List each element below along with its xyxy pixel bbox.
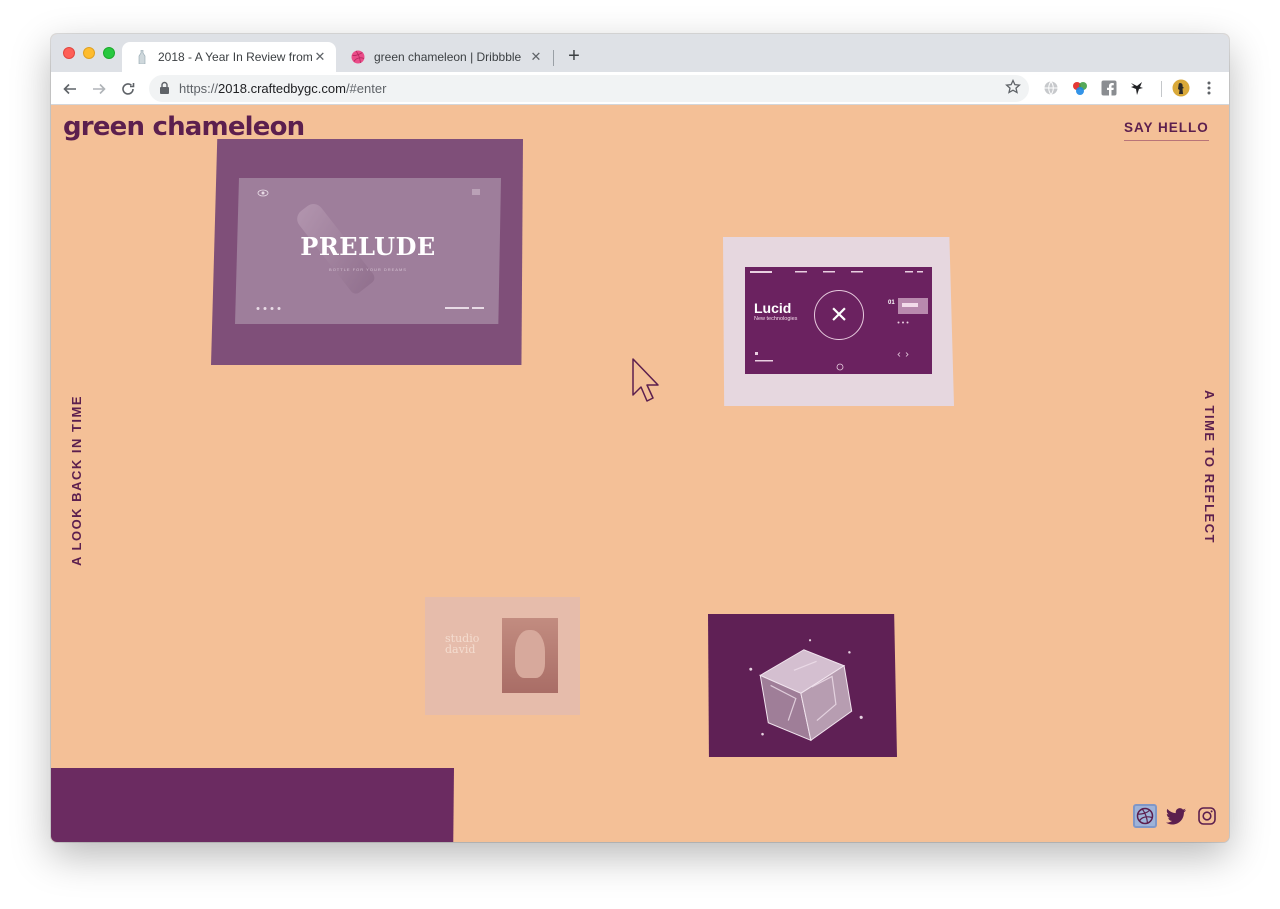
tab-year-in-review[interactable]: 2018 - A Year In Review from Gr ✕ [122, 42, 336, 72]
close-window-button[interactable] [63, 47, 75, 59]
lucid-dots-icon [897, 321, 909, 324]
arrow-left-icon [63, 83, 76, 95]
right-vertical-label: A TIME TO REFLECT [1202, 390, 1217, 545]
lucid-screenshot: × Lucid New technologies 01 [745, 267, 932, 374]
reload-icon [122, 83, 135, 95]
reload-button[interactable] [117, 78, 139, 100]
url-text: https://2018.craftedbygc.com/#enter [179, 81, 387, 96]
bottom-panel [51, 768, 454, 842]
tab-bar: 2018 - A Year In Review from Gr ✕ green … [51, 34, 1229, 72]
say-hello-link[interactable]: SAY HELLO [1124, 120, 1209, 141]
lucid-thumbnail-icon [898, 298, 928, 314]
minimize-window-button[interactable] [83, 47, 95, 59]
hummingbird-extension-icon[interactable] [1127, 78, 1147, 98]
close-tab-icon[interactable]: ✕ [528, 49, 544, 65]
project-card-cube[interactable] [708, 614, 897, 757]
cube-image [749, 639, 863, 742]
tab-title: green chameleon | Dribbble [374, 50, 522, 64]
prelude-subtitle: BOTTLE FOR YOUR DREAMS [329, 267, 407, 272]
project-card-studio-david[interactable]: studio david [425, 597, 580, 715]
lucid-number: 01 [888, 300, 895, 306]
bookmark-star-icon[interactable] [1005, 78, 1021, 100]
site-logo[interactable]: green chameleon [63, 112, 305, 142]
twitter-icon [1166, 807, 1186, 824]
cursor-icon [632, 358, 659, 402]
lucid-scroll-icon [836, 363, 844, 371]
address-bar[interactable]: https://2018.craftedbygc.com/#enter [149, 75, 1029, 102]
lucid-orb: × [814, 290, 864, 340]
new-tab-button[interactable]: + [564, 46, 584, 66]
page-content: PRELUDE BOTTLE FOR YOUR DREAMS × Lucid N… [51, 106, 1229, 842]
lock-icon [159, 81, 170, 100]
twitter-link[interactable] [1164, 804, 1188, 828]
browser-toolbar: https://2018.craftedbygc.com/#enter [51, 72, 1229, 105]
lucid-title: Lucid [754, 300, 792, 316]
close-tab-icon[interactable]: ✕ [312, 49, 328, 65]
menu-icon [472, 189, 480, 195]
prelude-title: PRELUDE [300, 232, 436, 261]
prelude-screenshot: PRELUDE BOTTLE FOR YOUR DREAMS [235, 178, 501, 324]
extension-divider [1161, 81, 1162, 97]
forward-button[interactable] [88, 78, 110, 100]
lucid-nav-icon [795, 271, 923, 273]
lucid-pager-icon [755, 352, 773, 362]
globe-extension-icon[interactable] [1041, 78, 1061, 98]
lucid-subtitle: New technologies [754, 316, 798, 322]
tab-dribbble[interactable]: green chameleon | Dribbble ✕ [338, 42, 552, 72]
left-vertical-label: A LOOK BACK IN TIME [69, 394, 84, 566]
dribbble-icon [1136, 807, 1154, 825]
lucid-arrows-icon [897, 352, 909, 357]
color-extension-icon[interactable] [1070, 78, 1090, 98]
close-icon: × [830, 298, 848, 331]
instagram-icon [1198, 807, 1216, 825]
instagram-link[interactable] [1195, 804, 1219, 828]
facebook-extension-icon[interactable] [1099, 78, 1119, 98]
footer-line-icon [445, 307, 484, 309]
bottle-icon [134, 49, 150, 65]
lucid-logo-icon [750, 271, 772, 273]
back-button[interactable] [59, 78, 81, 100]
dribbble-link[interactable] [1133, 804, 1157, 828]
project-card-prelude[interactable]: PRELUDE BOTTLE FOR YOUR DREAMS [211, 139, 523, 365]
dribbble-icon [350, 49, 366, 65]
statue-head [515, 630, 545, 678]
tab-title: 2018 - A Year In Review from Gr [158, 50, 312, 64]
arrow-right-icon [93, 83, 106, 95]
eye-icon [257, 189, 269, 197]
statue-image [502, 618, 558, 693]
tab-divider [553, 50, 554, 66]
menu-kebab-icon[interactable] [1199, 78, 1219, 98]
social-dots-icon [256, 307, 281, 310]
studio-title: studio david [445, 632, 480, 656]
avatar[interactable] [1171, 78, 1191, 98]
browser-window: 2018 - A Year In Review from Gr ✕ green … [51, 34, 1229, 842]
maximize-window-button[interactable] [103, 47, 115, 59]
project-card-lucid[interactable]: × Lucid New technologies 01 [723, 237, 954, 406]
